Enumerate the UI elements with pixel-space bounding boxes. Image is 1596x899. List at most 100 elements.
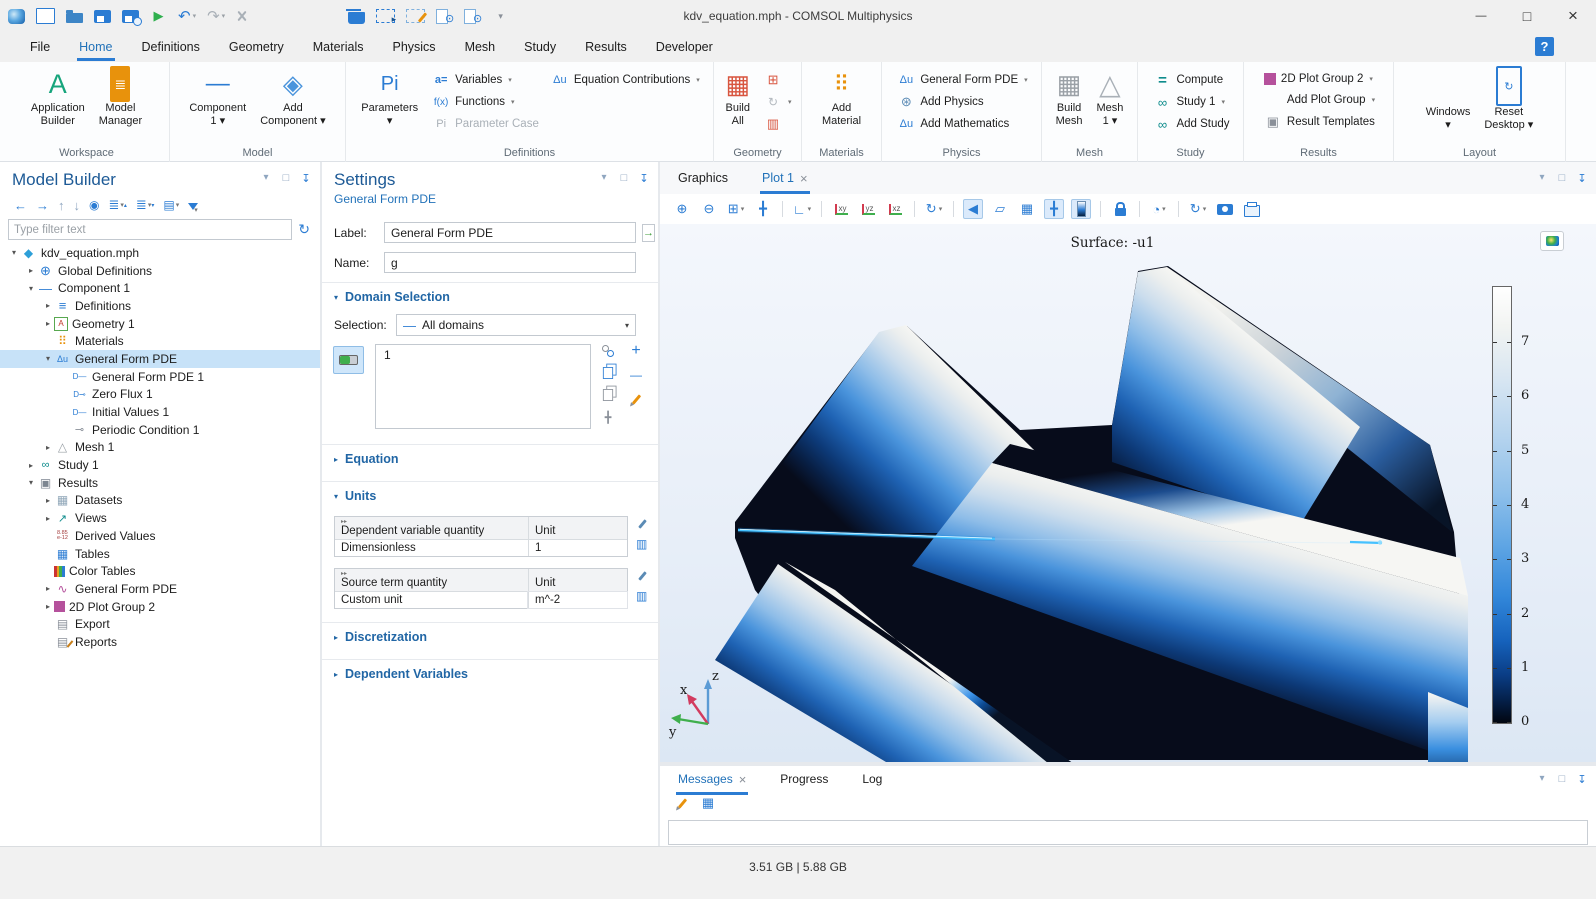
panel-float-icon[interactable] [618, 172, 630, 185]
clear-selection-icon[interactable] [406, 9, 425, 23]
ribbon-add-mathematics[interactable]: Add Mathematics [897, 117, 1027, 131]
messages-output[interactable] [668, 820, 1588, 845]
comsol-logo-icon[interactable] [8, 9, 25, 24]
panel-pin-icon[interactable] [1576, 773, 1588, 786]
save-as-icon[interactable] [122, 10, 139, 23]
panel-collapse-icon[interactable] [260, 172, 272, 185]
help-button[interactable]: ? [1535, 37, 1554, 56]
ribbon-component-1[interactable]: Component1 ▾ [183, 65, 252, 147]
show-icon[interactable] [89, 198, 99, 212]
model-tree-node-text-icon[interactable]: ▾ [163, 198, 179, 212]
section-units[interactable]: Units [322, 481, 658, 509]
panel-pin-icon[interactable] [638, 172, 650, 185]
tree-item-datasets[interactable]: ▸Datasets [0, 492, 320, 510]
ribbon-model-manager[interactable]: ModelManager [93, 65, 148, 147]
tree-item-general-form-pde-1[interactable]: General Form PDE 1 [0, 368, 320, 386]
collapse-all-icon[interactable]: ▾ [136, 197, 154, 213]
menu-study[interactable]: Study [522, 34, 558, 60]
paste-selection-icon[interactable] [601, 389, 615, 401]
qat-overflow-icon[interactable] [492, 7, 509, 25]
tree-item-geometry-1[interactable]: ▸Geometry 1 [0, 315, 320, 333]
select-box-icon[interactable] [376, 9, 395, 23]
tree-item-export[interactable]: Export [0, 615, 320, 633]
update-plot-icon[interactable]: ↻▾ [1188, 199, 1208, 219]
tree-item-derived-values[interactable]: Derived Values [0, 527, 320, 545]
expander-closed-icon[interactable]: ▸ [42, 496, 54, 505]
find-icon[interactable] [436, 8, 453, 24]
ribbon-compute[interactable]: Compute [1153, 73, 1229, 87]
menu-definitions[interactable]: Definitions [140, 34, 202, 60]
quantity-cell[interactable]: Dimensionless [335, 540, 528, 556]
tab-graphics[interactable]: Graphics [676, 163, 730, 194]
close-button[interactable] [1550, 0, 1596, 32]
run-icon[interactable] [150, 7, 167, 25]
rotate-view-icon[interactable]: ↻▾ [924, 199, 944, 219]
panel-pin-icon[interactable] [1576, 172, 1588, 185]
ribbon-application-builder[interactable]: ApplicationBuilder [25, 65, 91, 147]
rename-button[interactable] [642, 224, 655, 242]
redo-icon[interactable] [207, 7, 225, 25]
open-in-table-icon[interactable] [700, 795, 716, 811]
menu-mesh[interactable]: Mesh [463, 34, 498, 60]
comsol-logo-chip[interactable] [1540, 231, 1564, 251]
domain-selection-list[interactable]: 1 [375, 344, 591, 429]
expander-open-icon[interactable]: ▾ [8, 248, 20, 257]
menu-physics[interactable]: Physics [390, 34, 437, 60]
menu-developer[interactable]: Developer [654, 34, 715, 60]
ribbon-add-material[interactable]: AddMaterial [816, 65, 867, 147]
ribbon-windows[interactable]: Windows▾ [1420, 65, 1477, 147]
go-to-view-icon[interactable]: ∟▾ [792, 199, 812, 219]
expander-closed-icon[interactable]: ▸ [42, 443, 54, 452]
ribbon-insert-sequence[interactable] [764, 73, 792, 87]
close-tab-icon[interactable]: × [739, 772, 747, 787]
tree-item-component-1[interactable]: ▾Component 1 [0, 279, 320, 297]
delete-icon[interactable] [348, 12, 365, 24]
ribbon-general-form-pde[interactable]: General Form PDE▾ [897, 73, 1027, 87]
section-dependent-variables[interactable]: Dependent Variables [322, 659, 658, 687]
filter-icon[interactable]: ▾ [188, 203, 198, 210]
ribbon-parameter-case[interactable]: Parameter Case [432, 117, 539, 131]
new-icon[interactable] [36, 8, 55, 24]
expander-closed-icon[interactable]: ▸ [42, 602, 54, 611]
search-icon[interactable] [464, 8, 481, 24]
go-to-source-icon[interactable] [636, 587, 647, 605]
section-equation[interactable]: Equation [322, 444, 658, 472]
ribbon-build-all[interactable]: BuildAll [719, 65, 756, 147]
domain-list-item[interactable]: 1 [384, 348, 582, 362]
tree-item-tables[interactable]: Tables [0, 545, 320, 563]
ribbon-functions[interactable]: Functions▾ [432, 95, 539, 109]
tree-item-definitions[interactable]: ▸Definitions [0, 297, 320, 315]
minimize-button[interactable] [1458, 0, 1504, 32]
transparency-icon[interactable]: ▱ [990, 199, 1010, 219]
menu-geometry[interactable]: Geometry [227, 34, 286, 60]
expander-open-icon[interactable]: ▾ [25, 284, 37, 293]
close-tab-icon[interactable]: × [800, 171, 808, 186]
expander-open-icon[interactable]: ▾ [42, 354, 54, 363]
ribbon-2d-plot-group-2[interactable]: 2D Plot Group 2▾ [1264, 73, 1375, 85]
tree-item-zero-flux-1[interactable]: Zero Flux 1 [0, 386, 320, 404]
create-selection-icon[interactable] [600, 344, 616, 358]
ribbon-rebuild[interactable]: ▾ [764, 95, 792, 109]
panel-collapse-icon[interactable] [1536, 172, 1548, 185]
go-to-source-icon[interactable] [636, 535, 647, 553]
go-forward-icon[interactable] [36, 198, 49, 213]
panel-pin-icon[interactable] [300, 172, 312, 185]
ribbon-add-physics[interactable]: Add Physics [897, 95, 1027, 109]
tree-item-initial-values-1[interactable]: Initial Values 1 [0, 403, 320, 421]
menu-materials[interactable]: Materials [311, 34, 366, 60]
zoom-extents-icon[interactable]: ╋ [753, 199, 773, 219]
view-xy-icon[interactable]: xy [831, 199, 851, 219]
add-to-selection-icon[interactable] [628, 344, 644, 358]
clear-messages-icon[interactable] [674, 795, 690, 811]
active-toggle-button[interactable] [333, 346, 364, 374]
expander-closed-icon[interactable]: ▸ [42, 514, 54, 523]
ribbon-add-plot-group[interactable]: Add Plot Group▾ [1264, 93, 1375, 107]
unit-cell[interactable]: m^-2 [528, 592, 627, 608]
zoom-to-selection-icon[interactable] [600, 410, 616, 424]
undo-icon[interactable] [178, 7, 196, 25]
show-grid-icon[interactable]: ▦ [1017, 199, 1037, 219]
zoom-box-icon[interactable]: ⊞▾ [726, 199, 746, 219]
panel-float-icon[interactable] [1556, 773, 1568, 786]
tree-item-2d-plot-group-2[interactable]: ▸2D Plot Group 2 [0, 598, 320, 616]
cut-icon[interactable] [236, 10, 253, 22]
